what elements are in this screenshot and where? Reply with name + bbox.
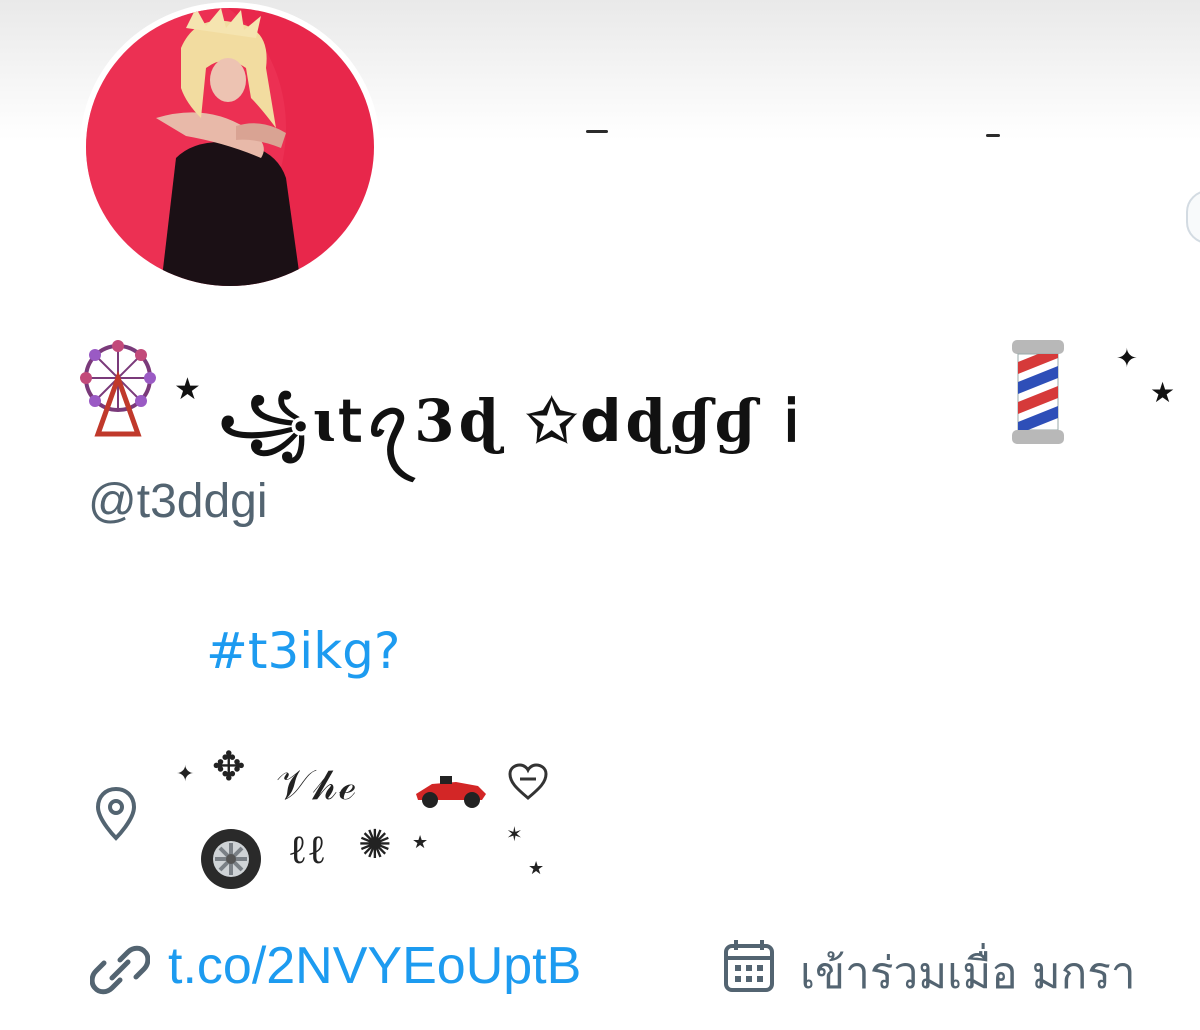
calendar-icon (724, 940, 774, 992)
link-icon (90, 945, 150, 995)
display-name-text: ꧁ɩ𝗍ꪖ𝟑ɖ ✩𝗱ɖɠɠ 𝗂 (218, 387, 804, 455)
decorative-dash (586, 130, 608, 133)
star-glyph: ✶ (506, 822, 523, 846)
location-word: 𝒱𝒽ℯ (276, 760, 358, 809)
tire-icon (201, 829, 261, 889)
decorative-dash (986, 134, 1000, 137)
bio-hashtag-link[interactable]: #t3ikg? (206, 622, 400, 680)
ferris-wheel-icon (80, 340, 156, 437)
avatar[interactable] (80, 2, 380, 292)
race-car-icon (416, 776, 486, 808)
decorative-glyph: ℓℓ (288, 827, 327, 873)
location-text: ✦ ✥ 𝒱𝒽ℯ ℓℓ ✺ ★ ✶ ★ (176, 744, 576, 898)
edit-profile-button[interactable] (1186, 190, 1200, 244)
star-glyph: ★ (174, 372, 201, 407)
star-glyph: ✦ (176, 762, 195, 787)
username-handle: @t3ddgi (88, 475, 268, 528)
location-pin-icon (95, 786, 137, 841)
sparkle-icon: ✥ (212, 744, 246, 790)
sparkle-icon: ✺ (358, 822, 392, 868)
star-glyph: ★ (528, 858, 545, 879)
heart-icon (508, 763, 548, 800)
website-link[interactable]: t.co/2NVYEoUptB (168, 936, 581, 996)
star-glyph: ★ (1150, 376, 1176, 409)
sparkle-icon: ✦ (1116, 344, 1138, 374)
joined-date: เข้าร่วมเมื่อ มกรา (800, 948, 1136, 999)
barber-pole-icon (1012, 340, 1064, 444)
avatar-image (86, 8, 374, 286)
star-glyph: ★ (412, 832, 429, 853)
display-name: ★ ꧁ɩ𝗍ꪖ𝟑ɖ ✩𝗱ɖɠɠ 𝗂 ✦ ★ (78, 338, 1188, 455)
